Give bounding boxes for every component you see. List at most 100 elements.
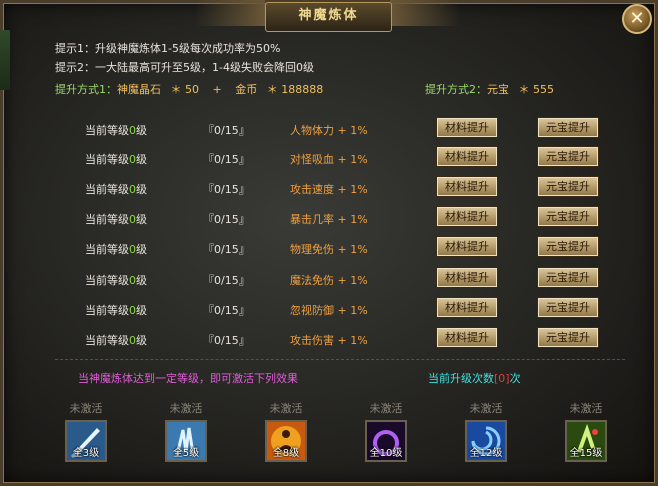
attribute-row: 当前等级0级 『0/15』 魔法免伤 + 1% 材料提升 元宝提升 (0, 266, 658, 292)
bonus-value: + 1% (337, 183, 368, 196)
level-suffix: 级 (136, 213, 147, 226)
activation-status: 未激活 (469, 402, 503, 415)
bonus-value: + 1% (337, 304, 368, 317)
yuanbao-upgrade-button[interactable]: 元宝提升 (537, 297, 599, 318)
level-prefix: 当前等级 (85, 153, 129, 166)
progress-count: 『0/15』 (203, 183, 250, 196)
level-suffix: 级 (136, 124, 147, 137)
left-edge-decoration (0, 30, 10, 90)
level-suffix: 级 (136, 304, 147, 317)
level-prefix: 当前等级 (85, 213, 129, 226)
blade-icon[interactable]: 全3级 (65, 420, 107, 462)
progress-count: 『0/15』 (203, 304, 250, 317)
effect-slot[interactable]: 未激活全8级 (246, 400, 326, 462)
material-upgrade-button[interactable]: 材料提升 (436, 327, 498, 348)
activation-status: 未激活 (269, 402, 303, 415)
level-value: 0 (129, 274, 136, 287)
attribute-bonus: 暴击几率 + 1% (290, 211, 368, 227)
yuanbao-upgrade-button[interactable]: 元宝提升 (537, 267, 599, 288)
effect-requirement: 全15级 (569, 448, 603, 459)
material-upgrade-button[interactable]: 材料提升 (436, 206, 498, 227)
current-level: 当前等级0级 (85, 151, 147, 167)
effect-slot[interactable]: 未激活全3级 (46, 400, 126, 462)
attribute-name: 暴击几率 (290, 213, 334, 226)
material-upgrade-button[interactable]: 材料提升 (436, 236, 498, 257)
effect-slot[interactable]: 未激活全10级 (346, 400, 426, 462)
activation-status: 未激活 (169, 402, 203, 415)
yuanbao-upgrade-button[interactable]: 元宝提升 (537, 176, 599, 197)
material-upgrade-button[interactable]: 材料提升 (436, 297, 498, 318)
method-1-label: 提升方式1： (55, 83, 117, 96)
effect-requirement: 全10级 (369, 448, 403, 459)
effect-requirement: 全5级 (172, 448, 200, 459)
attribute-name: 攻击速度 (290, 183, 334, 196)
effect-slot[interactable]: 未激活全15级 (546, 400, 626, 462)
activation-status: 未激活 (569, 402, 603, 415)
method-1-plus: + (212, 83, 222, 96)
method-1-item: 神魔晶石 (117, 83, 161, 96)
progress-count: 『0/15』 (203, 274, 250, 287)
level-value: 0 (129, 334, 136, 347)
effect-slot[interactable]: 未激活全5级 (146, 400, 226, 462)
level-prefix: 当前等级 (85, 304, 129, 317)
meditation-icon[interactable]: 全8级 (265, 420, 307, 462)
attribute-row: 当前等级0级 『0/15』 暴击几率 + 1% 材料提升 元宝提升 (0, 205, 658, 231)
level-suffix: 级 (136, 243, 147, 256)
attribute-name: 攻击伤害 (290, 334, 334, 347)
attribute-name: 物理免伤 (290, 243, 334, 256)
upgrade-method-2: 提升方式2：元宝 ＊ 555 (425, 81, 554, 97)
activation-status: 未激活 (369, 402, 403, 415)
attribute-bonus: 攻击伤害 + 1% (290, 332, 368, 348)
level-value: 0 (129, 213, 136, 226)
effect-slot[interactable]: 未激活全12级 (446, 400, 526, 462)
attribute-row: 当前等级0级 『0/15』 物理免伤 + 1% 材料提升 元宝提升 (0, 235, 658, 261)
vortex-icon[interactable]: 全12级 (465, 420, 507, 462)
level-value: 0 (129, 153, 136, 166)
level-prefix: 当前等级 (85, 183, 129, 196)
bonus-value: + 1% (337, 124, 368, 137)
level-prefix: 当前等级 (85, 334, 129, 347)
level-suffix: 级 (136, 183, 147, 196)
material-upgrade-button[interactable]: 材料提升 (436, 117, 498, 138)
current-level: 当前等级0级 (85, 302, 147, 318)
current-level: 当前等级0级 (85, 241, 147, 257)
material-upgrade-button[interactable]: 材料提升 (436, 176, 498, 197)
method-2-label: 提升方式2： (425, 83, 487, 96)
level-value: 0 (129, 183, 136, 196)
material-upgrade-button[interactable]: 材料提升 (436, 146, 498, 167)
frost-claw-icon[interactable]: 全5级 (165, 420, 207, 462)
method-2-item: 元宝 (487, 83, 509, 96)
material-upgrade-button[interactable]: 材料提升 (436, 267, 498, 288)
yuanbao-upgrade-button[interactable]: 元宝提升 (537, 206, 599, 227)
effect-requirement: 全12级 (469, 448, 503, 459)
effect-requirement: 全8级 (272, 448, 300, 459)
rune-icon[interactable]: 全15级 (565, 420, 607, 462)
level-value: 0 (129, 124, 136, 137)
title-wing-left (195, 0, 265, 26)
bonus-value: + 1% (337, 334, 368, 347)
current-level: 当前等级0级 (85, 122, 147, 138)
current-level: 当前等级0级 (85, 272, 147, 288)
bonus-value: + 1% (337, 153, 368, 166)
attribute-bonus: 人物体力 + 1% (290, 122, 368, 138)
activation-notice: 当神魔炼体达到一定等级，即可激活下列效果 (78, 372, 298, 385)
yuanbao-upgrade-button[interactable]: 元宝提升 (537, 327, 599, 348)
attribute-bonus: 忽视防御 + 1% (290, 302, 368, 318)
progress-count: 『0/15』 (203, 334, 250, 347)
attribute-row: 当前等级0级 『0/15』 对怪吸血 + 1% 材料提升 元宝提升 (0, 145, 658, 171)
ring-icon[interactable]: 全10级 (365, 420, 407, 462)
attribute-name: 忽视防御 (290, 304, 334, 317)
activation-status: 未激活 (69, 402, 103, 415)
upgrade-count-prefix: 当前升级次数 (428, 372, 494, 385)
yuanbao-upgrade-button[interactable]: 元宝提升 (537, 117, 599, 138)
close-icon[interactable]: ✕ (622, 4, 652, 34)
level-suffix: 级 (136, 334, 147, 347)
progress-count: 『0/15』 (203, 124, 250, 137)
method-1-gold-cost: ＊ 188888 (266, 83, 324, 96)
bonus-value: + 1% (337, 213, 368, 226)
attribute-name: 人物体力 (290, 124, 334, 137)
bonus-value: + 1% (337, 274, 368, 287)
section-divider (55, 359, 625, 361)
yuanbao-upgrade-button[interactable]: 元宝提升 (537, 236, 599, 257)
yuanbao-upgrade-button[interactable]: 元宝提升 (537, 146, 599, 167)
